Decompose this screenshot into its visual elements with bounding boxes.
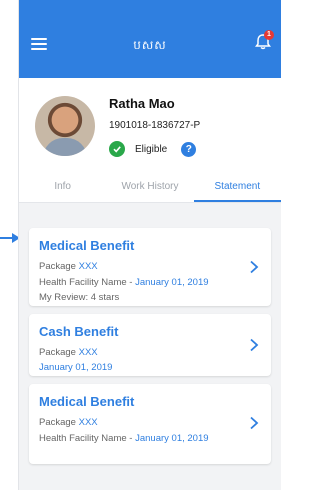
card-package: Package XXX — [39, 261, 98, 272]
statement-card[interactable]: Medical Benefit Package XXX Health Facil… — [29, 228, 271, 306]
notification-badge: 1 — [264, 30, 274, 40]
statement-card[interactable]: Medical Benefit Package XXX Health Facil… — [29, 384, 271, 464]
pointer-arrow-icon — [0, 233, 20, 243]
chevron-right-icon — [250, 416, 259, 430]
card-title: Medical Benefit — [39, 238, 135, 253]
avatar — [35, 96, 95, 156]
profile-id: 1901018-1836727-P — [109, 120, 201, 131]
tab-statement[interactable]: Statement — [193, 176, 281, 202]
status-label: Eligible — [135, 143, 168, 155]
profile-card: Ratha Mao 1901018-1836727-P Eligible ? I… — [19, 78, 281, 203]
chevron-right-icon — [250, 338, 259, 352]
card-facility-date: Health Facility Name - January 01, 2019 — [39, 277, 209, 288]
chevron-right-icon — [250, 260, 259, 274]
check-circle-icon — [109, 141, 125, 157]
statement-card[interactable]: Cash Benefit Package XXX January 01, 201… — [29, 314, 271, 376]
tab-info[interactable]: Info — [19, 176, 106, 202]
tab-work-history[interactable]: Work History — [106, 176, 193, 202]
notification-button[interactable]: 1 — [253, 30, 274, 52]
card-review: My Review: 4 stars — [39, 292, 120, 303]
card-date: January 01, 2019 — [39, 362, 113, 373]
profile-name: Ratha Mao — [109, 96, 175, 111]
profile-tabs: Info Work History Statement — [19, 176, 281, 203]
help-icon[interactable]: ? — [181, 141, 197, 157]
card-title: Cash Benefit — [39, 324, 119, 339]
eligibility-status: Eligible ? — [109, 140, 197, 158]
app-screen: បសស 1 Ratha Mao 1901018-1836727-P Eligib… — [18, 0, 281, 490]
card-package: Package XXX — [39, 347, 98, 358]
app-title: បសស — [133, 38, 167, 52]
card-facility-date: Health Facility Name - January 01, 2019 — [39, 433, 209, 444]
card-package: Package XXX — [39, 417, 98, 428]
card-title: Medical Benefit — [39, 394, 135, 409]
